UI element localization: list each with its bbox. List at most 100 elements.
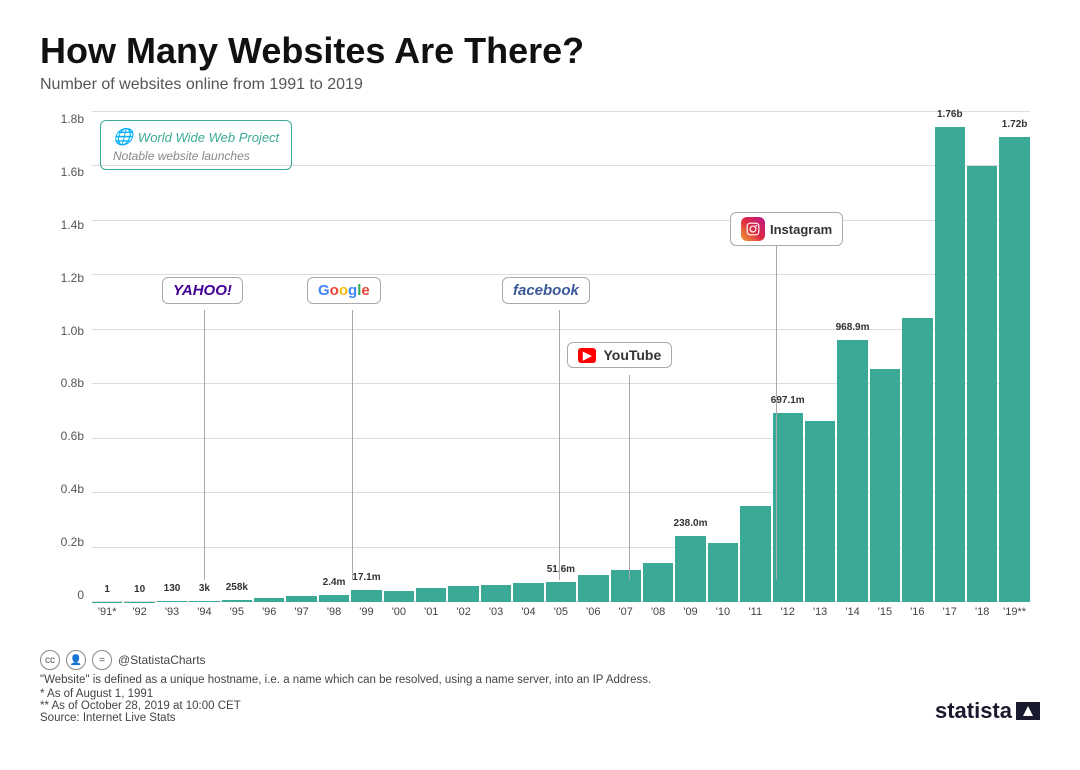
x-axis-label: '08 [643,606,673,618]
instagram-icon [741,217,765,241]
bar [967,166,997,602]
cc-icon: cc [40,650,60,670]
google-label: Google [318,282,370,299]
bar [708,543,738,602]
bar [870,369,900,602]
youtube-line [629,375,630,580]
y-axis-label: 0.8b [61,376,84,390]
footer-brand: statista [935,698,1040,724]
y-axis-label: 1.6b [61,165,84,179]
x-axis-label: '98 [319,606,349,618]
instagram-label: Instagram [770,222,832,237]
bar-col: 258k [222,112,252,602]
globe-icon: 🌐 [113,127,133,147]
bar-col: 10 [124,112,154,602]
x-axis-label: '96 [254,606,284,618]
bar-col: 238.0m [675,112,705,602]
youtube-label: YouTube [603,347,661,363]
bar-col [870,112,900,602]
bar: 1.72b [999,137,1029,603]
facebook-label: facebook [513,282,579,299]
x-axis-label: '15 [870,606,900,618]
bar: 697.1m [773,413,803,602]
x-axis-label: '02 [448,606,478,618]
x-axis-label: '95 [222,606,252,618]
x-axis-label: '06 [578,606,608,618]
bar [902,318,932,602]
y-axis-label: 1.8b [61,112,84,126]
bar-col [805,112,835,602]
youtube-play-icon: ▶ [578,348,596,363]
x-axis-label: '18 [967,606,997,618]
footer-source: Source: Internet Live Stats [40,712,935,724]
legend-subtitle: Notable website launches [113,149,279,163]
footer-icons: cc 👤 = @StatistaCharts [40,650,935,670]
google-annotation: Google [307,277,381,304]
bars-container: 1101303k258k2.4m17.1m51.6m238.0m697.1m96… [92,112,1030,602]
x-axis-label: '12 [773,606,803,618]
footer: cc 👤 = @StatistaCharts "Website" is defi… [40,650,1040,724]
y-axis-label: 0.4b [61,482,84,496]
youtube-annotation: ▶ YouTube [567,342,672,368]
y-axis-label: 0.6b [61,429,84,443]
page-title: How Many Websites Are There? [40,30,1040,72]
bar-col [967,112,997,602]
bar-col: 697.1m [773,112,803,602]
x-axis-label: '01 [416,606,446,618]
footer-note1: * As of August 1, 1991 [40,688,935,700]
x-axis-label: '04 [513,606,543,618]
bar [643,563,673,602]
bar-col [740,112,770,602]
bar-col: 968.9m [837,112,867,602]
x-axis-label: '93 [157,606,187,618]
bar-col [481,112,511,602]
bar-value-label: 17.1m [352,572,380,583]
x-axis-label: '91* [92,606,122,618]
x-axis-label: '94 [189,606,219,618]
bar-col: 130 [157,112,187,602]
footer-left: cc 👤 = @StatistaCharts "Website" is defi… [40,650,935,724]
chart-area: 00.2b0.4b0.6b0.8b1.0b1.2b1.4b1.6b1.8b 11… [40,112,1040,642]
x-axis-label: '07 [611,606,641,618]
bar [513,583,543,602]
x-axis-label: '09 [675,606,705,618]
bar: 2.4m [319,595,349,602]
bar: 238.0m [675,536,705,602]
bar-value-label: 130 [164,583,181,594]
chart-inner: 1101303k258k2.4m17.1m51.6m238.0m697.1m96… [92,112,1030,602]
x-axis-label: '13 [805,606,835,618]
y-axis-label: 0.2b [61,535,84,549]
google-line [352,310,353,580]
x-axis-label: '14 [837,606,867,618]
bar-value-label: 1.72b [1002,119,1028,130]
bar-value-label: 51.6m [547,564,575,575]
bar [384,591,414,602]
bar: 968.9m [837,340,867,602]
x-axis-label: '92 [124,606,154,618]
x-axis-label: '03 [481,606,511,618]
bar-col [902,112,932,602]
bar [481,585,511,602]
bar-col [286,112,316,602]
equals-icon: = [92,650,112,670]
footer-note2: ** As of October 28, 2019 at 10:00 CET [40,700,935,712]
bar: 1.76b [935,127,965,602]
x-axis-label: '11 [740,606,770,618]
page-subtitle: Number of websites online from 1991 to 2… [40,76,1040,94]
x-axis-label: '99 [351,606,381,618]
x-axis-label: '97 [286,606,316,618]
x-axis-label: '16 [902,606,932,618]
bar [416,588,446,602]
bar-value-label: 1 [104,584,110,595]
yahoo-line [204,310,205,580]
yahoo-label: YAHOO! [173,282,232,299]
x-axis-label: '19** [999,606,1029,618]
bar: 51.6m [546,582,576,602]
y-axis-label: 1.0b [61,324,84,338]
statista-handle: @StatistaCharts [118,653,206,667]
y-axis-label: 1.4b [61,218,84,232]
bar-value-label: 2.4m [323,577,346,588]
bar [578,575,608,602]
statista-text: statista [935,698,1012,724]
bar-col: 1.76b [935,112,965,602]
